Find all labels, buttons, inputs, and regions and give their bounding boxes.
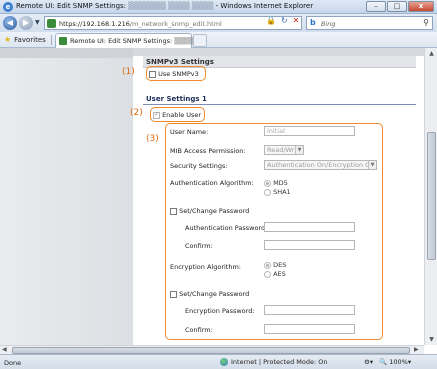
tab-remote-ui[interactable]: Remote UI: Edit SNMP Settings: ▒▒▒▒▒▒	[55, 33, 204, 48]
window-title: Remote UI: Edit SNMP Settings: ▒▒▒▒▒▒▒ ▒…	[16, 2, 314, 10]
search-input[interactable]: b Bing ⚲	[306, 16, 433, 30]
maximize-button[interactable]: □	[387, 1, 407, 12]
refresh-icon[interactable]: ↻	[281, 16, 288, 26]
ie-icon: e	[3, 2, 13, 12]
scroll-down-icon[interactable]: ▼	[427, 335, 436, 344]
globe-icon	[220, 358, 228, 366]
scroll-thumb[interactable]	[427, 132, 436, 260]
scroll-up-icon[interactable]: ▲	[427, 49, 436, 58]
back-button[interactable]: ◀	[3, 16, 17, 30]
callout-2: (2)	[130, 108, 143, 118]
star-icon: ★	[4, 35, 12, 44]
lock-icon[interactable]: 🔒	[266, 16, 276, 26]
status-bar: Done Internet | Protected Mode: On ⚙▾ 🔍 …	[0, 354, 437, 369]
divider	[51, 35, 52, 45]
new-tab-button[interactable]	[193, 34, 207, 47]
callout-3: (3)	[146, 134, 159, 144]
callout-1: (1)	[122, 67, 135, 77]
favorites-bar: ★ Favorites Remote UI: Edit SNMP Setting…	[0, 32, 437, 48]
search-icon[interactable]: ⚲	[423, 18, 429, 27]
minimize-button[interactable]: –	[366, 1, 386, 12]
title-bar: e Remote UI: Edit SNMP Settings: ▒▒▒▒▒▒▒…	[0, 0, 437, 14]
tab-label: Remote UI: Edit SNMP Settings: ▒▒▒▒▒▒	[70, 37, 205, 45]
zone-label: Internet | Protected Mode: On	[231, 358, 328, 366]
security-zone[interactable]: Internet | Protected Mode: On	[220, 358, 328, 366]
site-icon	[47, 19, 56, 28]
hscroll-thumb[interactable]	[12, 347, 410, 354]
scroll-left-icon[interactable]: ◀	[2, 346, 7, 353]
top-band	[133, 48, 424, 56]
site-icon	[59, 37, 67, 45]
address-input[interactable]: https://192.168.1.216/m_network_snmp_edi…	[44, 16, 302, 30]
callout-box-2	[150, 107, 205, 122]
address-bar-row: ◀ ▶ ▼ https://192.168.1.216/m_network_sn…	[0, 14, 437, 32]
forward-button[interactable]: ▶	[19, 16, 33, 30]
status-text: Done	[4, 359, 22, 367]
zoom-control[interactable]: 🔍 100%▾	[379, 358, 411, 366]
url-host: https://192.168.1.216	[59, 20, 130, 28]
favorites-label: Favorites	[14, 35, 46, 44]
url-path: /m_network_snmp_edit.html	[129, 20, 222, 28]
bing-icon: b	[310, 18, 316, 27]
left-pane	[0, 48, 133, 345]
history-dropdown-icon[interactable]: ▼	[35, 19, 40, 26]
stop-icon[interactable]: ✕	[293, 16, 300, 26]
callout-box-1	[146, 66, 206, 81]
close-button[interactable]: x	[408, 1, 434, 12]
vertical-scrollbar[interactable]: ▲ ▼	[424, 48, 437, 345]
callout-box-3	[165, 123, 383, 340]
horizontal-scrollbar[interactable]: ◀ ▶	[0, 345, 424, 354]
search-placeholder: Bing	[321, 20, 336, 28]
protected-mode-icon[interactable]: ⚙▾	[364, 358, 373, 366]
main-pane: SNMPv3 Settings Use SNMPv3 User Settings…	[133, 48, 424, 345]
scroll-right-icon[interactable]: ▶	[414, 346, 419, 353]
user-settings-heading: User Settings 1	[143, 93, 416, 105]
page-content: SNMPv3 Settings Use SNMPv3 User Settings…	[0, 48, 424, 345]
favorites-button[interactable]: ★ Favorites	[4, 35, 46, 44]
